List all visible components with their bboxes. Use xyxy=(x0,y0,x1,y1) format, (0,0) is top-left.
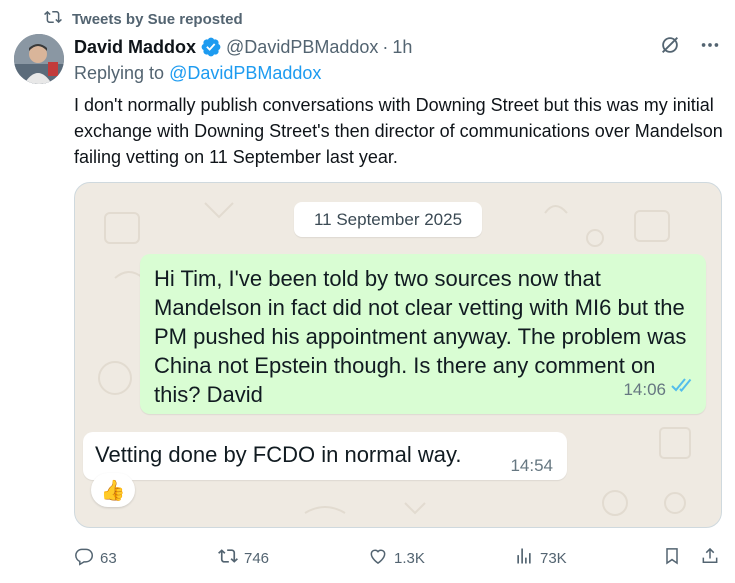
reply-button[interactable]: 63 xyxy=(74,546,117,570)
share-icon xyxy=(700,546,720,570)
incoming-message-text: Vetting done by FCDO in normal way. xyxy=(95,442,462,467)
chat-date-chip: 11 September 2025 xyxy=(294,202,482,237)
tweet-media-image[interactable]: 11 September 2025 Hi Tim, I've been told… xyxy=(74,182,722,528)
like-count: 1.3K xyxy=(394,549,425,567)
reply-count: 63 xyxy=(100,549,117,567)
outgoing-message-text: Hi Tim, I've been told by two sources no… xyxy=(154,266,687,407)
bookmark-icon xyxy=(662,546,682,570)
replying-to-prefix: Replying to xyxy=(74,63,170,83)
heart-icon xyxy=(368,546,388,570)
repost-label: Tweets by Sue reposted xyxy=(72,10,243,28)
tweet-header: David Maddox @DavidPBMaddox · 1h xyxy=(74,34,721,60)
verified-badge-icon xyxy=(200,36,222,58)
views-button[interactable]: 73K xyxy=(514,546,567,570)
repost-icon xyxy=(44,8,62,30)
repost-indicator[interactable]: Tweets by Sue reposted xyxy=(44,8,243,30)
bookmark-button[interactable] xyxy=(662,546,682,570)
read-receipt-icon xyxy=(670,376,696,399)
grok-icon[interactable] xyxy=(659,34,681,61)
views-count: 73K xyxy=(540,549,567,567)
thumbs-up-reaction-icon: 👍 xyxy=(91,473,135,507)
tweet-text: I don't normally publish conversations w… xyxy=(74,95,723,167)
outgoing-message-bubble: Hi Tim, I've been told by two sources no… xyxy=(140,254,706,414)
share-button[interactable] xyxy=(700,546,720,570)
incoming-message-bubble: Vetting done by FCDO in normal way. 14:5… xyxy=(83,432,567,480)
reply-icon xyxy=(74,546,94,570)
more-options-icon[interactable] xyxy=(699,34,721,61)
incoming-message-time: 14:54 xyxy=(510,456,553,475)
author-handle[interactable]: @DavidPBMaddox xyxy=(226,37,378,58)
replying-to-mention[interactable]: @DavidPBMaddox xyxy=(169,63,321,83)
repost-action-icon xyxy=(218,546,238,570)
header-separator: · xyxy=(382,36,389,57)
author-name[interactable]: David Maddox xyxy=(74,37,196,58)
views-chart-icon xyxy=(514,546,534,570)
tweet-timestamp[interactable]: 1h xyxy=(392,37,412,58)
outgoing-message-time: 14:06 xyxy=(623,380,666,399)
repost-count: 746 xyxy=(244,549,270,567)
avatar-image xyxy=(14,34,64,84)
replying-to: Replying to @DavidPBMaddox xyxy=(74,63,321,84)
avatar[interactable] xyxy=(14,34,64,84)
repost-button[interactable]: 746 xyxy=(218,546,269,570)
like-button[interactable]: 1.3K xyxy=(368,546,425,570)
tweet-action-bar: 63 746 1.3K 73K xyxy=(74,542,724,572)
